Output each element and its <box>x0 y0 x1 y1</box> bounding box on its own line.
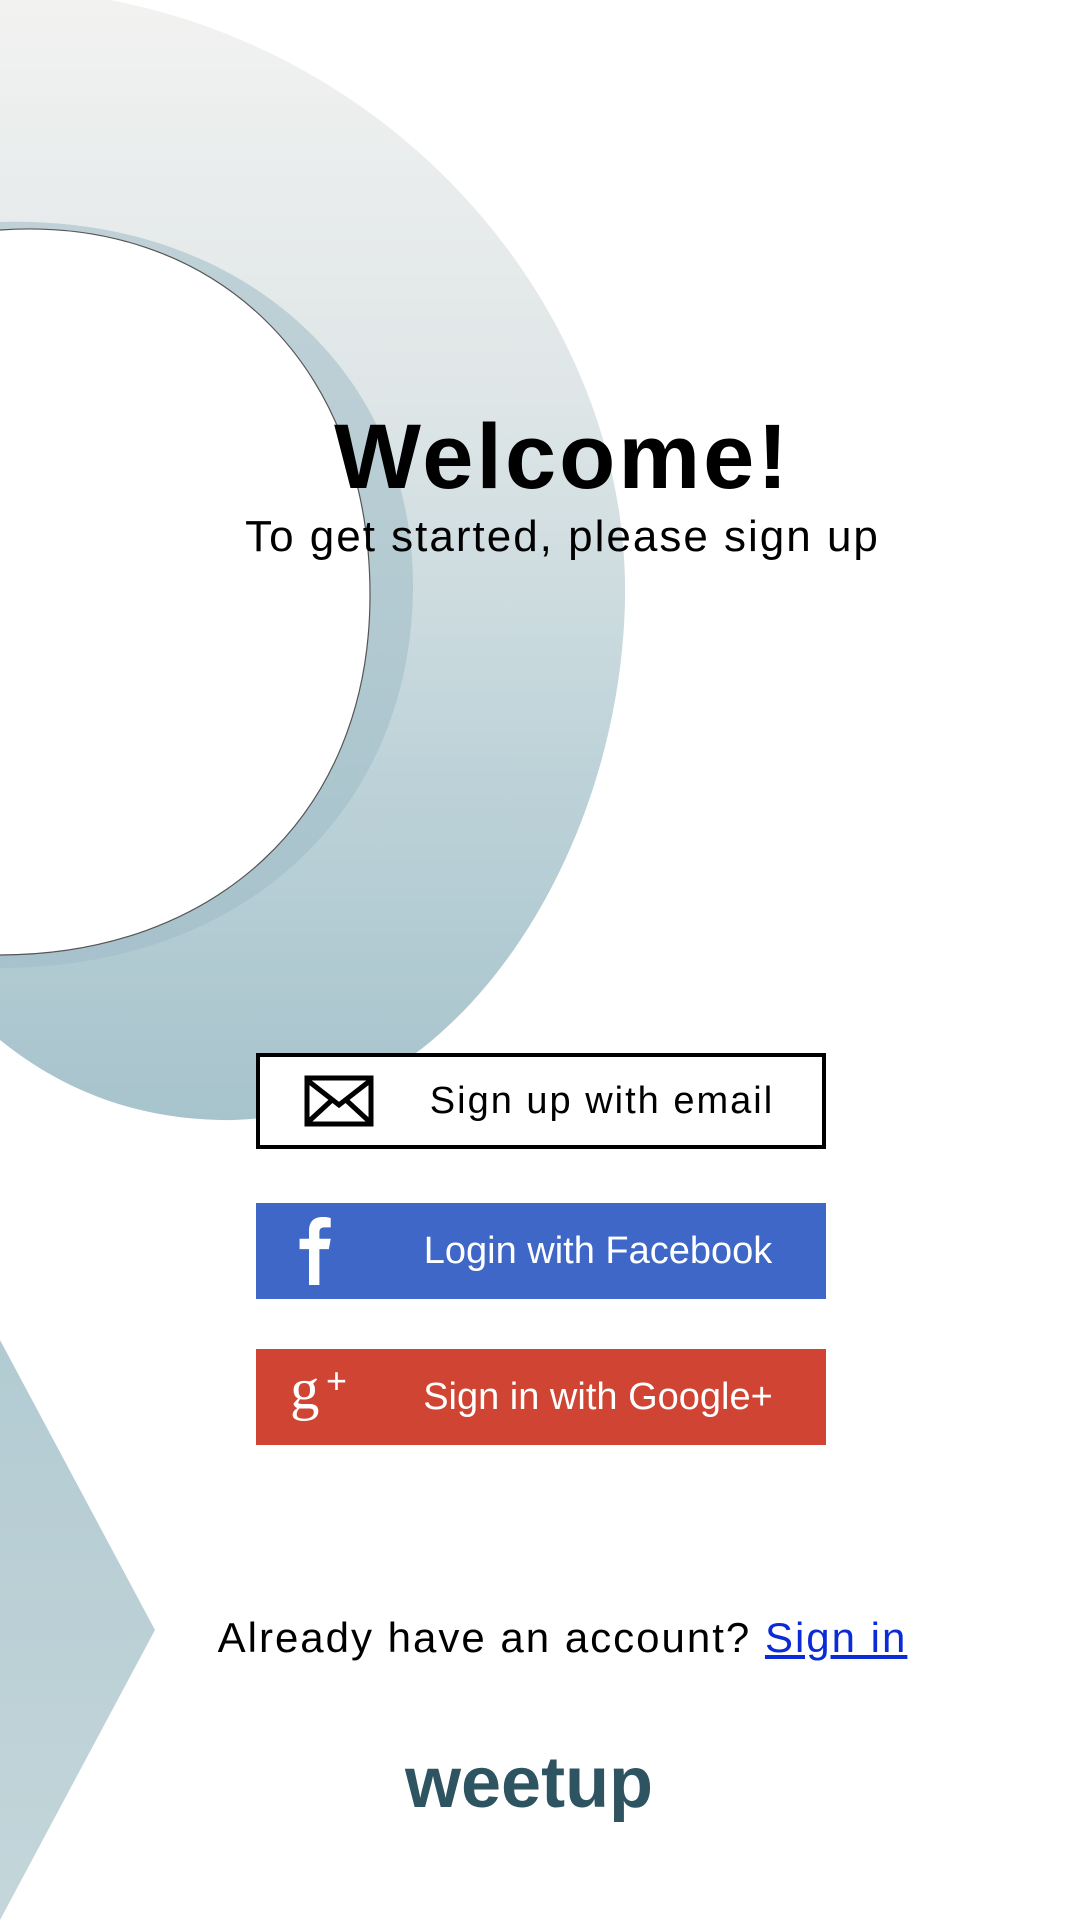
signin-google-label: Sign in with Google+ <box>423 1376 773 1418</box>
svg-text:g: g <box>290 1363 319 1421</box>
login-facebook-label: Login with Facebook <box>423 1230 773 1272</box>
signin-google-button[interactable]: g + Sign in with Google+ <box>256 1349 826 1445</box>
svg-text:weetup: weetup <box>405 1745 653 1823</box>
signup-email-button[interactable]: Sign up with email <box>256 1053 826 1149</box>
weetup-logo: weetup <box>405 1745 653 1823</box>
svg-text:+: + <box>326 1363 347 1401</box>
welcome-subtitle: To get started, please sign up <box>245 512 880 561</box>
envelope-icon <box>304 1075 374 1127</box>
google-plus-icon: g + <box>290 1363 347 1421</box>
signin-prompt-text: Already have an account? <box>217 1614 765 1661</box>
facebook-icon <box>299 1217 331 1285</box>
signup-email-label: Sign up with email <box>429 1080 775 1122</box>
welcome-title: Welcome! <box>334 406 791 508</box>
signin-prompt: Already have an account? Sign in <box>0 1614 1080 1662</box>
signin-link[interactable]: Sign in <box>765 1614 907 1661</box>
login-facebook-button[interactable]: Login with Facebook <box>256 1203 826 1299</box>
signup-screen: Welcome! To get started, please sign up … <box>0 0 1080 1920</box>
